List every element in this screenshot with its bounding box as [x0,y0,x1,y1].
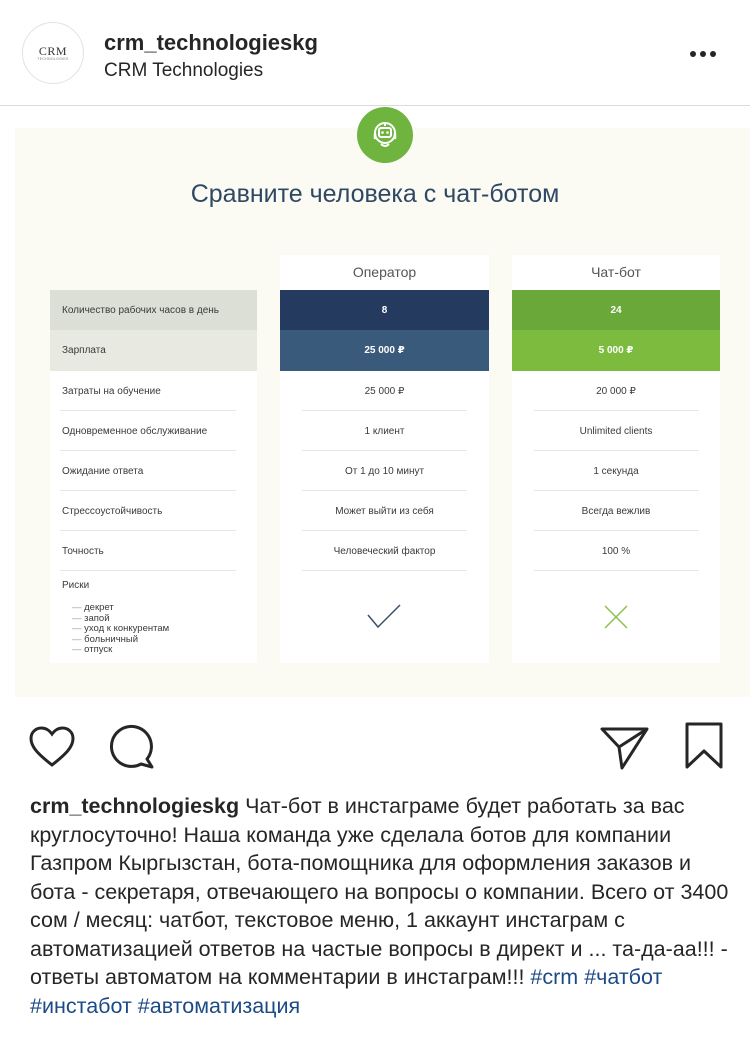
operator-value: От 1 до 10 минут [344,465,425,477]
row-label: Зарплата [50,330,257,371]
risk-item: отпуск [72,644,169,656]
risks-label: Риски [62,579,90,591]
avatar-logo: CRM [38,43,68,58]
cross-icon [604,605,628,629]
bot-value: 20 000 ₽ [596,385,636,397]
post-header: CRM TECHNOLOGIES crm_technologieskg CRM … [0,0,750,106]
hashtag-link[interactable]: #crm [530,965,578,989]
bot-value: Всегда вежлив [581,505,651,517]
username-link[interactable]: crm_technologieskg [104,30,318,56]
operator-value: 25 000 ₽ [280,330,489,371]
bookmark-icon[interactable] [684,721,724,771]
row-label: Одновременное обслуживание [62,425,208,437]
risk-item: уход к конкурентам [72,623,169,635]
row-label: Стрессоустойчивость [62,505,163,517]
row-label: Затраты на обучение [62,385,161,397]
caption-username[interactable]: crm_technologieskg [30,794,239,818]
bot-value: 1 секунда [593,465,639,477]
heart-icon[interactable] [28,725,76,769]
chatbot-icon [357,107,413,163]
operator-value: 1 клиент [364,425,405,437]
caption-text: Чат-бот в инстаграме будет работать за в… [30,794,729,989]
row-divider [60,570,236,571]
row-divider [534,570,699,571]
check-icon [367,604,401,629]
row-label: Количество рабочих часов в день [50,290,257,330]
risk-item: декрет [72,602,169,614]
bot-value: 100 % [601,545,631,557]
slide-title: Сравните человека с чат-ботом [190,180,560,208]
paper-plane-icon[interactable] [600,723,650,771]
post-caption: crm_technologieskg Чат-бот в инстаграме … [30,792,730,1020]
hashtag-link[interactable]: #чатбот [584,965,662,989]
operator-value: Человеческий фактор [333,545,436,557]
hashtag-link[interactable]: #автоматизация [138,994,300,1018]
avatar[interactable]: CRM TECHNOLOGIES [22,22,84,84]
comment-icon[interactable] [108,723,156,771]
operator-value: 8 [280,290,489,330]
risk-list: декрет запой уход к конкурентам больничн… [72,602,169,656]
row-label: Ожидание ответа [62,465,144,477]
row-divider [302,570,467,571]
bot-value: 24 [512,290,720,330]
row-label: Точность [62,545,104,557]
bot-column-header: Чат-бот [591,264,641,280]
bot-value: Unlimited clients [579,425,653,437]
bot-value: 5 000 ₽ [512,330,720,371]
post-actions [0,715,750,775]
operator-column-header: Оператор [352,264,417,280]
operator-value: 25 000 ₽ [364,385,405,397]
hashtag-link[interactable]: #инстабот [30,994,132,1018]
display-name: CRM Technologies [104,60,264,81]
operator-value: Может выйти из себя [335,505,434,517]
avatar-logo-sub: TECHNOLOGIES [37,56,69,61]
more-options-icon[interactable] [690,44,726,64]
